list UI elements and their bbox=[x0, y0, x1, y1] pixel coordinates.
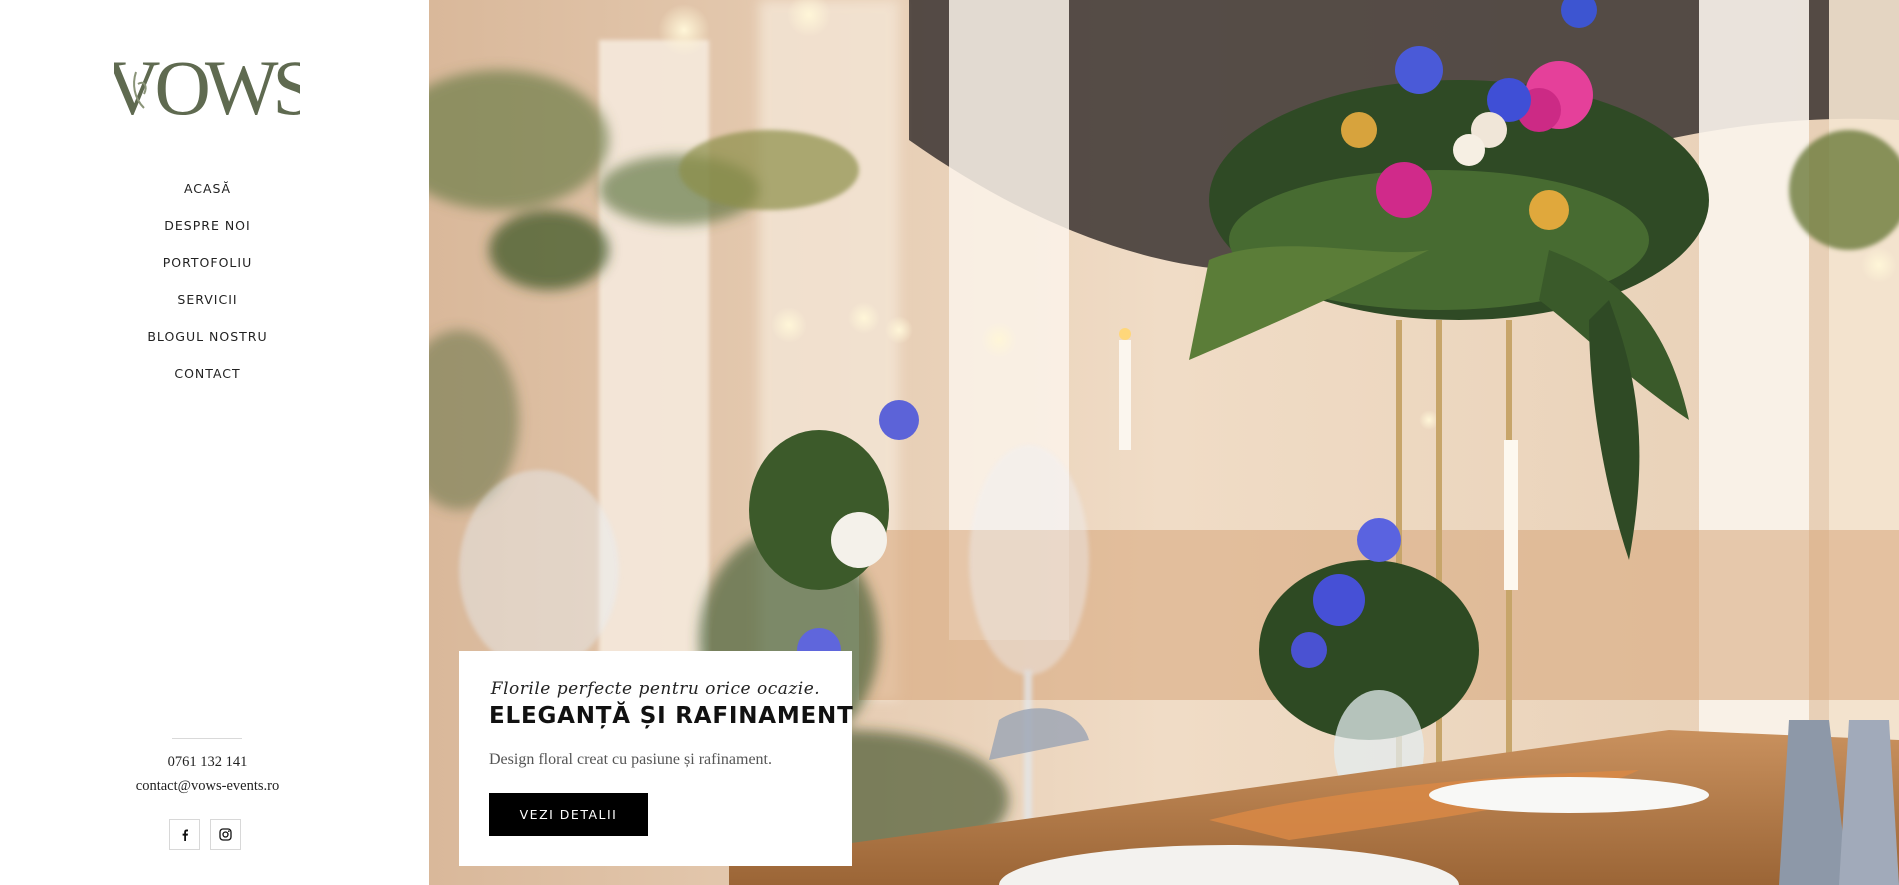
facebook-button[interactable] bbox=[169, 819, 200, 850]
sidebar-divider bbox=[172, 738, 242, 739]
vezi-detalii-button[interactable]: VEZI DETALII bbox=[489, 793, 648, 836]
sidebar: VOWS ACASĂ DESPRE NOI PORTOFOLIU SERVICI… bbox=[0, 0, 429, 885]
nav-item-despre-noi[interactable]: DESPRE NOI bbox=[164, 218, 250, 233]
instagram-button[interactable] bbox=[210, 819, 241, 850]
facebook-icon bbox=[182, 829, 188, 841]
vows-logo: VOWS bbox=[114, 50, 300, 125]
nav-item-acasa[interactable]: ACASĂ bbox=[184, 181, 231, 196]
nav-item-contact[interactable]: CONTACT bbox=[174, 366, 240, 381]
nav-item-portofoliu[interactable]: PORTOFOLIU bbox=[163, 255, 252, 270]
instagram-icon bbox=[219, 828, 232, 841]
hero-tagline: Florile perfecte pentru orice ocazie. bbox=[490, 679, 821, 699]
phone-number[interactable]: 0761 132 141 bbox=[0, 754, 415, 771]
nav-item-servicii[interactable]: SERVICII bbox=[177, 292, 237, 307]
logo-text: VOWS bbox=[114, 50, 300, 125]
hero-caption-card: Florile perfecte pentru orice ocazie. EL… bbox=[459, 651, 854, 866]
hero-description: Design floral creat cu pasiune și rafina… bbox=[489, 751, 772, 768]
email-address[interactable]: contact@vows-events.ro bbox=[0, 778, 415, 795]
main-nav: ACASĂ DESPRE NOI PORTOFOLIU SERVICII BLO… bbox=[0, 177, 415, 399]
nav-item-blogul-nostru[interactable]: BLOGUL NOSTRU bbox=[147, 329, 267, 344]
hero-headline: ELEGANȚĂ ȘI RAFINAMENT bbox=[489, 703, 854, 729]
